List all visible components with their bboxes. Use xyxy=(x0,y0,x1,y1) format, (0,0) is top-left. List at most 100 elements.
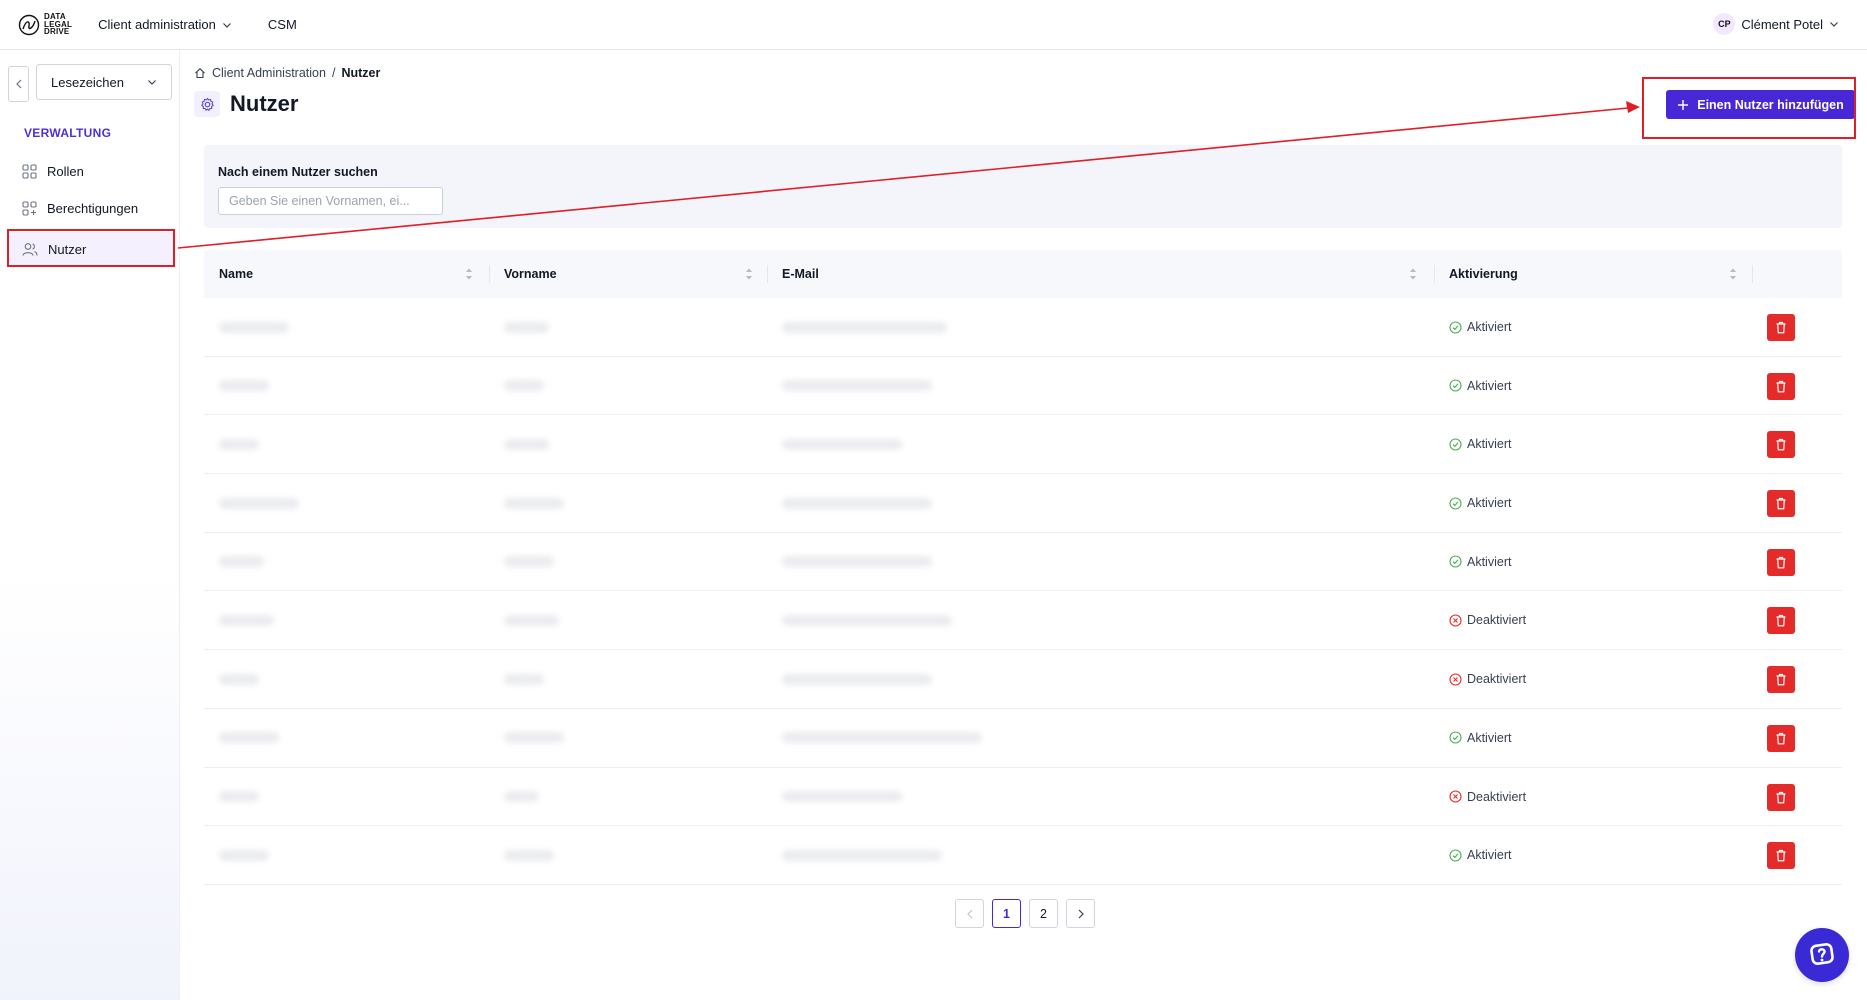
delete-user-button[interactable] xyxy=(1767,607,1795,635)
sidebar-item-label: Nutzer xyxy=(48,241,87,257)
x-circle-icon xyxy=(1449,790,1462,803)
sidebar-item-label: Rollen xyxy=(47,163,84,179)
next-page-button[interactable] xyxy=(1066,899,1095,928)
redacted-first-name xyxy=(504,849,554,861)
column-header-email[interactable]: E-Mail xyxy=(767,250,819,298)
search-input[interactable] xyxy=(218,187,443,215)
delete-user-button[interactable] xyxy=(1767,842,1795,870)
redacted-name xyxy=(219,791,259,802)
redacted-first-name xyxy=(504,380,544,392)
first-name-cell xyxy=(504,709,564,767)
bookmark-select[interactable]: Lesezeichen xyxy=(36,64,172,100)
status-cell: Aktiviert xyxy=(1449,826,1511,884)
name-cell xyxy=(219,357,269,415)
email-cell xyxy=(782,357,932,415)
delete-user-button[interactable] xyxy=(1767,548,1795,576)
sidebar-item-rollen[interactable]: Rollen xyxy=(10,156,175,186)
email-cell xyxy=(782,474,932,532)
column-header-vorname[interactable]: Vorname xyxy=(489,250,557,298)
sort-icon[interactable] xyxy=(745,267,753,281)
sort-icon[interactable] xyxy=(1409,267,1417,281)
status-cell: Aktiviert xyxy=(1449,415,1511,473)
check-circle-icon xyxy=(1449,438,1462,451)
redacted-name xyxy=(219,673,259,685)
table-row: Aktiviert xyxy=(204,826,1842,885)
check-circle-icon xyxy=(1449,497,1462,510)
page-title-row: Nutzer xyxy=(194,91,298,117)
page-button-2[interactable]: 2 xyxy=(1029,899,1058,928)
sort-icon[interactable] xyxy=(465,267,473,281)
table-row: Aktiviert xyxy=(204,533,1842,592)
redacted-email xyxy=(782,556,932,568)
trash-icon xyxy=(1776,615,1786,627)
x-circle-icon xyxy=(1449,614,1462,627)
sidebar-item-label: Berechtigungen xyxy=(47,200,139,216)
trash-icon xyxy=(1776,497,1786,510)
grid-icon xyxy=(22,163,37,179)
plus-icon xyxy=(1678,99,1689,110)
trash-icon xyxy=(1776,674,1786,686)
redacted-first-name xyxy=(504,497,564,509)
table-header: Name Vorname E-Mail Aktivierung xyxy=(204,250,1842,298)
redacted-name xyxy=(219,321,289,333)
redacted-first-name xyxy=(504,614,559,626)
breadcrumb-home-link[interactable]: Client Administration xyxy=(212,66,326,80)
status-badge: Aktiviert xyxy=(1467,437,1512,452)
redacted-email xyxy=(782,438,902,450)
help-chat-button[interactable] xyxy=(1795,928,1849,982)
first-name-cell xyxy=(504,415,549,473)
nav-client-administration[interactable]: Client administration xyxy=(98,17,232,32)
nav-csm[interactable]: CSM xyxy=(268,17,297,32)
bookmark-select-value: Lesezeichen xyxy=(51,74,124,90)
sidebar-item-nutzer[interactable]: Nutzer xyxy=(10,232,175,266)
status-badge: Deaktiviert xyxy=(1467,613,1527,628)
first-name-cell xyxy=(504,357,544,415)
previous-page-button[interactable] xyxy=(955,899,984,928)
status-cell: Aktiviert xyxy=(1449,709,1511,767)
delete-user-button[interactable] xyxy=(1767,724,1795,752)
redacted-email xyxy=(782,732,982,744)
delete-user-button[interactable] xyxy=(1767,666,1795,694)
table-row: Deaktiviert xyxy=(204,768,1842,827)
sort-icon[interactable] xyxy=(1729,267,1737,281)
chevron-down-icon xyxy=(222,22,231,28)
first-name-cell xyxy=(504,650,544,708)
redacted-name xyxy=(219,556,264,568)
chevron-left-icon xyxy=(966,909,972,918)
trash-icon xyxy=(1776,791,1786,803)
email-cell xyxy=(782,298,947,356)
collapse-sidebar-button[interactable] xyxy=(8,66,29,102)
page-title: Nutzer xyxy=(230,91,299,116)
page-button-1[interactable]: 1 xyxy=(992,899,1021,928)
column-header-aktivierung[interactable]: Aktivierung xyxy=(1434,250,1518,298)
breadcrumb: Client Administration / Nutzer xyxy=(194,66,380,80)
delete-user-button[interactable] xyxy=(1767,783,1795,811)
status-cell: Aktiviert xyxy=(1449,474,1511,532)
chevron-down-icon xyxy=(1830,22,1838,27)
check-circle-icon xyxy=(1449,731,1462,744)
status-cell: Deaktiviert xyxy=(1449,650,1526,708)
chevron-left-icon xyxy=(15,79,21,89)
table-row: Deaktiviert xyxy=(204,591,1842,651)
name-cell xyxy=(219,768,259,826)
delete-user-button[interactable] xyxy=(1767,431,1795,459)
delete-user-button[interactable] xyxy=(1767,490,1795,518)
delete-user-button[interactable] xyxy=(1767,314,1795,341)
name-cell xyxy=(219,298,289,356)
sidebar: Lesezeichen VERWALTUNG Rollen Berechtigu… xyxy=(0,50,180,1000)
redacted-name xyxy=(219,438,259,450)
sidebar-section-title: VERWALTUNG xyxy=(24,126,112,140)
chevron-right-icon xyxy=(1078,909,1084,918)
delete-user-button[interactable] xyxy=(1767,372,1795,400)
data-legal-drive-logo[interactable]: DATA LEGAL DRIVE xyxy=(18,13,72,36)
add-user-button[interactable]: Einen Nutzer hinzufügen xyxy=(1666,90,1855,119)
redacted-email xyxy=(782,791,902,802)
column-header-name[interactable]: Name xyxy=(204,250,253,298)
sidebar-item-berechtigungen[interactable]: Berechtigungen xyxy=(10,193,175,223)
redacted-first-name xyxy=(504,791,539,802)
user-menu[interactable]: CP Clément Potel xyxy=(1713,13,1839,35)
table-row: Aktiviert xyxy=(204,474,1842,533)
status-cell: Aktiviert xyxy=(1449,357,1511,415)
first-name-cell xyxy=(504,591,559,649)
status-cell: Deaktiviert xyxy=(1449,768,1526,826)
